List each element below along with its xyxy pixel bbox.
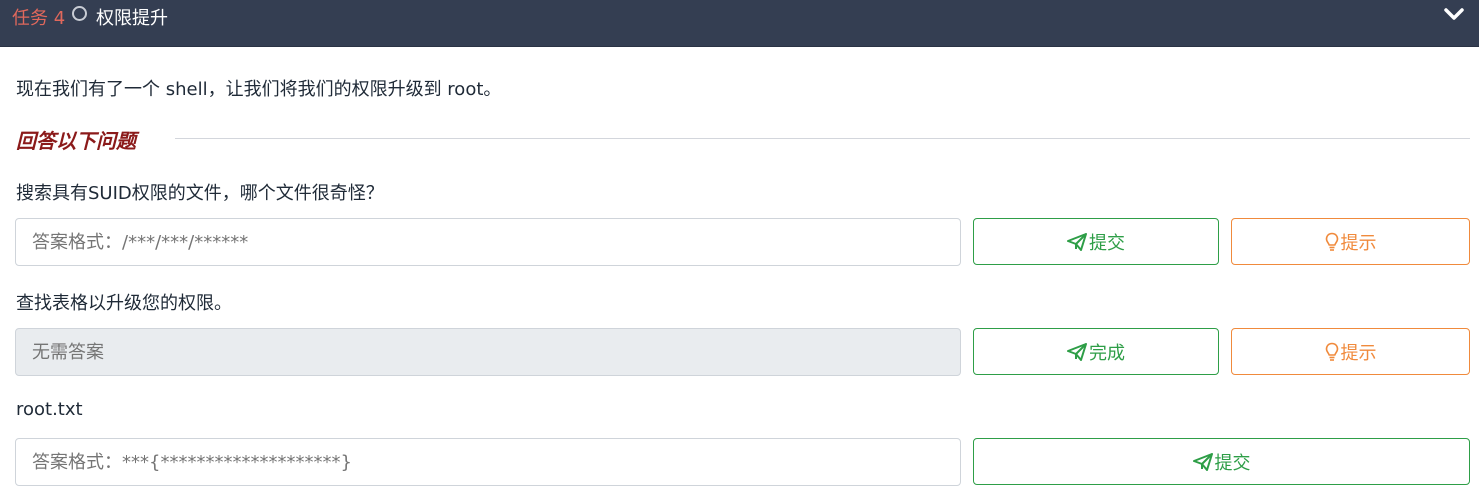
chevron-down-icon[interactable]: [1443, 6, 1465, 22]
question-1-text: 搜索具有SUID权限的文件，哪个文件很奇怪？: [16, 183, 384, 204]
task-number-label: 任务 4: [12, 8, 66, 29]
answer-input-2: [15, 328, 961, 376]
task-header[interactable]: 任务 4 权限提升: [0, 0, 1479, 47]
paper-plane-icon: [1192, 452, 1213, 471]
section-heading: 回答以下问题: [16, 129, 136, 153]
paper-plane-icon: [1067, 232, 1087, 251]
question-3-text: root.txt: [16, 399, 83, 420]
submit-button-1[interactable]: 提交: [973, 218, 1219, 265]
submit-button-3[interactable]: 提交: [973, 438, 1470, 485]
hint-button-1[interactable]: 提示: [1231, 218, 1470, 265]
hint-button-label: 提示: [1340, 342, 1377, 364]
complete-button-2[interactable]: 完成: [973, 328, 1219, 375]
section-divider: [175, 138, 1470, 139]
answer-input-3[interactable]: [15, 438, 961, 486]
task-description: 现在我们有了一个 shell，让我们将我们的权限升级到 root。: [16, 79, 502, 100]
task-title: 权限提升: [96, 8, 168, 29]
question-2-text: 查找表格以升级您的权限。: [16, 293, 232, 314]
submit-button-label: 提交: [1089, 232, 1125, 254]
submit-button-label: 提交: [1214, 452, 1251, 474]
circle-outline-icon: [72, 6, 87, 21]
paper-plane-icon: [1067, 342, 1087, 361]
lightbulb-icon: [1325, 342, 1338, 361]
answer-input-1[interactable]: [15, 218, 961, 266]
hint-button-label: 提示: [1340, 232, 1377, 254]
lightbulb-icon: [1325, 232, 1338, 251]
complete-button-label: 完成: [1089, 342, 1125, 364]
hint-button-2[interactable]: 提示: [1231, 328, 1470, 375]
